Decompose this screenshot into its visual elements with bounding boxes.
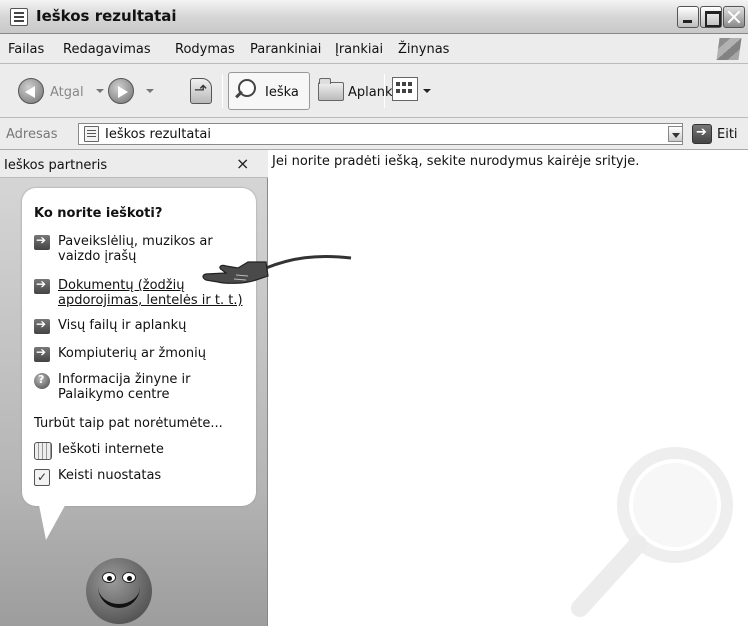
pane-header: Ieškos partneris × — [0, 150, 268, 178]
search-companion-pane: Ieškos partneris × Ko norite ieškoti? Pa… — [0, 150, 268, 626]
search-icon — [235, 79, 257, 101]
see-also-label: Turbūt taip pat norėtumėte... — [34, 416, 223, 431]
speech-bubble-tail — [38, 500, 68, 540]
arrow-right-icon — [34, 277, 50, 294]
address-value[interactable]: Ieškos rezultatai — [105, 127, 211, 142]
option-label[interactable]: Ieškoti internete — [58, 442, 248, 457]
preferences-icon — [34, 469, 50, 486]
option-label[interactable]: Keisti nuostatas — [58, 468, 248, 483]
pane-title: Ieškos partneris — [4, 158, 108, 173]
internet-search-icon — [34, 442, 52, 460]
views-dropdown-icon[interactable] — [423, 89, 431, 93]
go-arrow-icon[interactable] — [692, 124, 712, 144]
option-label[interactable]: Visų failų ir aplankų — [58, 318, 248, 333]
address-label: Adresas — [6, 127, 58, 142]
forward-arrow-icon[interactable] — [108, 78, 134, 104]
search-page-icon — [84, 126, 99, 142]
menu-edit[interactable]: Redagavimas — [63, 42, 151, 57]
menu-tools[interactable]: Įrankiai — [335, 42, 383, 57]
search-button-label: Ieška — [265, 85, 299, 100]
arrow-right-icon — [34, 233, 50, 250]
arrow-right-icon — [34, 345, 50, 362]
option-label[interactable]: Kompiuterių ar žmonių — [58, 346, 248, 361]
window-title: Ieškos rezultatai — [36, 7, 177, 25]
close-button[interactable] — [723, 6, 745, 28]
menu-favorites[interactable]: Parankiniai — [250, 42, 321, 57]
forward-dropdown-icon[interactable] — [146, 89, 154, 93]
menu-view[interactable]: Rodymas — [175, 42, 235, 57]
search-character-icon[interactable] — [86, 558, 152, 624]
search-question-heading: Ko norite ieškoti? — [34, 206, 163, 221]
go-button-label[interactable]: Eiti — [717, 127, 738, 142]
option-label[interactable]: Informacija žinyne ir Palaikymo centre — [58, 372, 248, 402]
instruction-message: Jei norite pradėti iešką, sekite nurodym… — [272, 154, 640, 169]
menu-file[interactable]: Failas — [8, 42, 44, 57]
back-arrow-icon[interactable] — [18, 78, 44, 104]
back-button-label[interactable]: Atgal — [50, 85, 84, 100]
toolbar-separator — [384, 74, 385, 108]
pane-close-icon[interactable]: × — [236, 154, 249, 173]
menu-bar: Failas Redagavimas Rodymas Parankiniai Į… — [0, 34, 748, 64]
arrow-right-icon — [34, 317, 50, 334]
magnifier-watermark-icon — [571, 447, 733, 617]
minimize-button[interactable] — [677, 6, 699, 28]
help-icon — [34, 373, 50, 389]
title-bar: Ieškos rezultatai — [0, 0, 748, 34]
address-field[interactable]: Ieškos rezultatai — [78, 123, 683, 145]
back-dropdown-icon[interactable] — [96, 89, 104, 93]
character-smile — [98, 580, 140, 608]
windows-logo-icon — [716, 38, 742, 60]
search-window-icon — [10, 8, 28, 26]
views-grid-icon[interactable] — [392, 77, 418, 101]
folder-up-icon[interactable] — [190, 78, 212, 104]
address-bar: Adresas Ieškos rezultatai Eiti — [0, 118, 748, 150]
speech-bubble: Ko norite ieškoti? Paveikslėlių, muzikos… — [22, 188, 256, 506]
toolbar-separator — [222, 74, 223, 108]
menu-help[interactable]: Žinynas — [398, 42, 449, 57]
address-dropdown-icon[interactable] — [668, 126, 683, 142]
toolbar: Atgal Ieška Aplankai — [0, 64, 748, 118]
folders-icon[interactable] — [318, 78, 344, 101]
search-button[interactable]: Ieška — [228, 72, 310, 110]
pointing-hand-icon — [202, 255, 352, 284]
maximize-button[interactable] — [700, 6, 722, 28]
